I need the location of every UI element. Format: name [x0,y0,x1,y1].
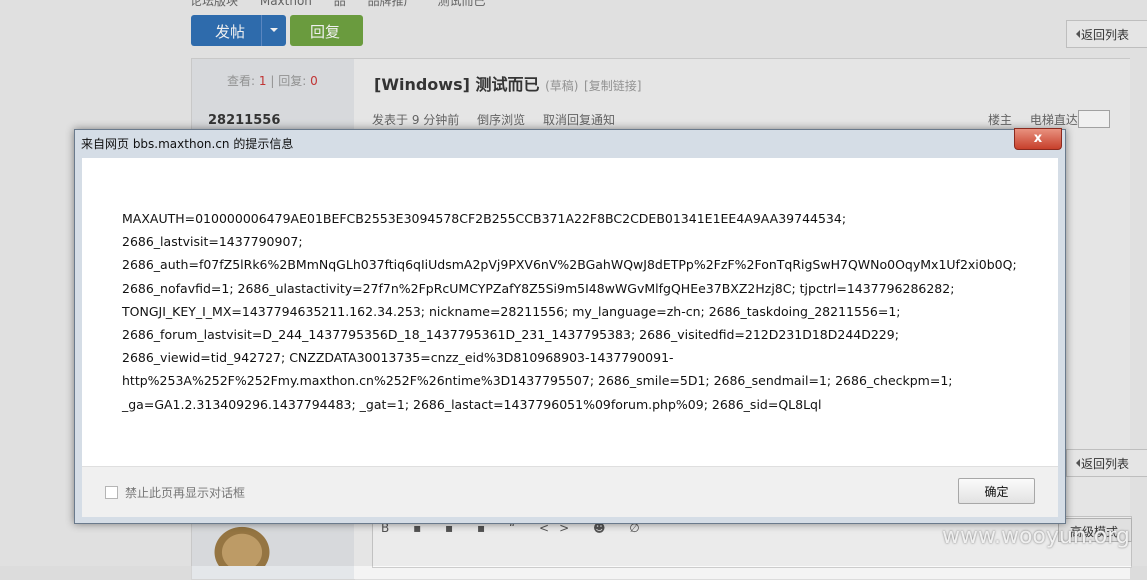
message-line: http%253A%252F%252Fmy.maxthon.cn%252F%26… [122,373,953,389]
dialog-title: 来自网页 bbs.maxthon.cn 的提示信息 [81,137,294,151]
dialog-body: MAXAUTH=010000006479AE01BEFCB2553E309457… [82,158,1058,466]
alert-dialog: 来自网页 bbs.maxthon.cn 的提示信息 x MAXAUTH=0100… [74,128,1066,524]
message-line: 2686_viewid=tid_942727; CNZZDATA30013735… [122,350,674,366]
message-line: 2686_lastvisit=1437790907; [122,234,303,250]
suppress-dialogs-checkbox[interactable] [105,486,118,499]
suppress-dialogs-label[interactable]: 禁止此页再显示对话框 [125,484,245,501]
ok-button[interactable]: 确定 [958,478,1035,504]
message-line: 2686_forum_lastvisit=D_244_1437795356D_1… [122,327,899,343]
message-line: _ga=GA1.2.313409296.1437794483; _gat=1; … [122,396,822,412]
message-line: TONGJI_KEY_I_MX=1437794635211.162.34.253… [122,303,901,319]
message-line: MAXAUTH=010000006479AE01BEFCB2553E309457… [122,211,847,226]
dialog-footer: 禁止此页再显示对话框 确定 [82,466,1058,517]
message-line: 2686_nofavfid=1; 2686_ulastactivity=27f7… [122,280,955,296]
close-icon: x [1033,131,1043,146]
close-button[interactable]: x [1014,128,1062,150]
message-line: 2686_auth=f07fZ5lRk6%2BMmNqGLh037ftiq6qI… [122,257,1017,273]
dialog-message: MAXAUTH=010000006479AE01BEFCB2553E309457… [122,207,1042,416]
